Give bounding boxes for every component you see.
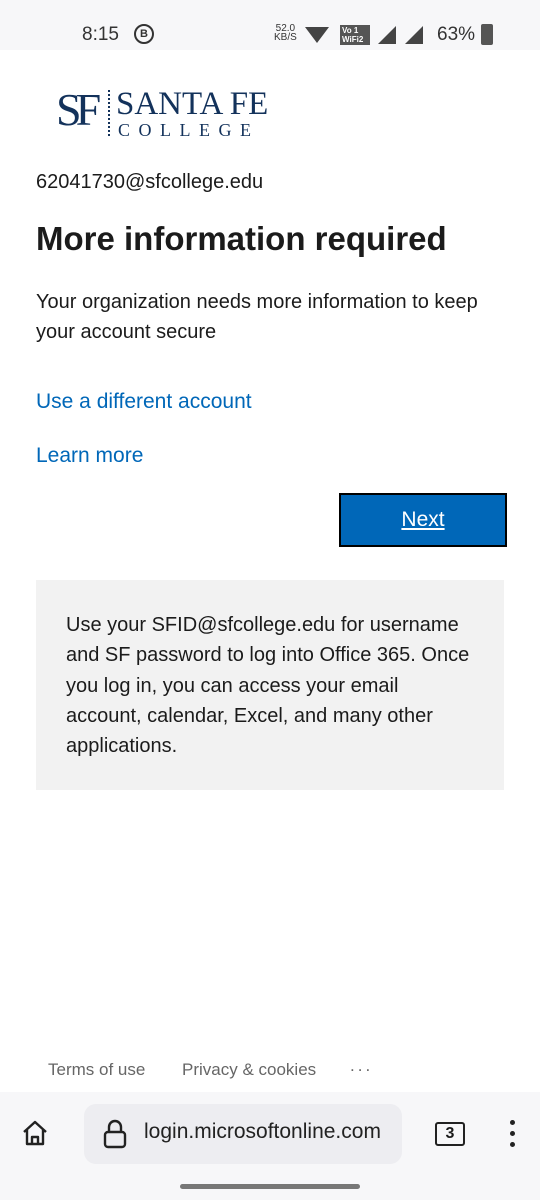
terms-of-use-link[interactable]: Terms of use [48, 1060, 145, 1080]
network-speed: 52.0 KB/S [274, 24, 297, 43]
tab-count-button[interactable]: 3 [435, 1122, 465, 1146]
page-title: More information required [36, 220, 447, 257]
vowifi-top: Vo 1 [342, 26, 359, 35]
lock-icon [103, 1119, 127, 1149]
status-bar: 8:15 B 52.0 KB/S Vo 1 WiFi2 63% [0, 0, 540, 50]
speed-unit: KB/S [274, 32, 297, 43]
home-icon[interactable] [20, 1118, 50, 1148]
use-different-account-link[interactable]: Use a different account [36, 390, 252, 414]
next-button[interactable]: Next [339, 493, 507, 547]
info-box: Use your SFID@sfcollege.edu for username… [36, 580, 504, 790]
signal-icon [378, 26, 396, 44]
more-options-button[interactable]: ... [350, 1056, 373, 1076]
wifi-icon [305, 27, 329, 43]
url-text: login.microsoftonline.com [144, 1120, 381, 1143]
browser-toolbar: login.microsoftonline.com 3 [0, 1092, 540, 1200]
overflow-menu-icon[interactable] [510, 1120, 516, 1153]
clock: 8:15 [82, 24, 119, 45]
address-bar[interactable]: login.microsoftonline.com [84, 1104, 402, 1164]
account-email: 62041730@sfcollege.edu [36, 171, 264, 193]
battery-percent: 63% [437, 24, 476, 45]
gesture-handle [180, 1184, 360, 1189]
signal-icon [405, 26, 423, 44]
battery-icon [481, 24, 493, 45]
learn-more-link[interactable]: Learn more [36, 444, 143, 468]
vowifi-icon: Vo 1 WiFi2 [340, 25, 370, 45]
privacy-cookies-link[interactable]: Privacy & cookies [182, 1060, 316, 1080]
description: Your organization needs more information… [36, 291, 478, 343]
vowifi-bottom: WiFi2 [342, 35, 364, 44]
notification-icon: B [134, 24, 154, 44]
